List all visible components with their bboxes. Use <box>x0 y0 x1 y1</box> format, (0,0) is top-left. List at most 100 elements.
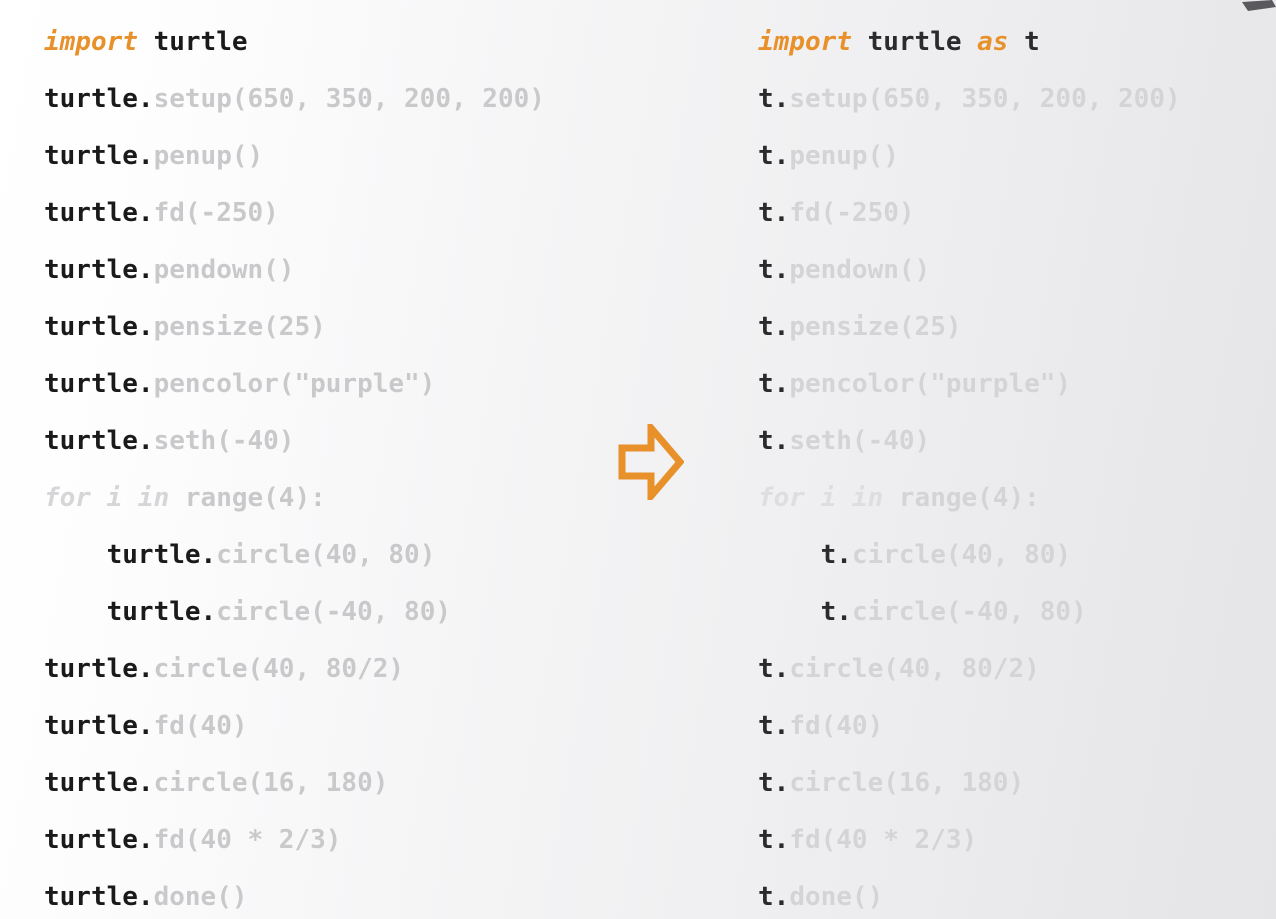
slide-canvas: import turtle turtle.setup(650, 350, 200,… <box>0 0 1276 919</box>
code-token-object: turtle <box>137 27 248 57</box>
code-token-call: fd(40 * 2/3) <box>789 825 978 855</box>
code-token-object: turtle. <box>44 882 154 912</box>
code-token-object: turtle. <box>44 654 154 684</box>
code-token-loop-keyword: for i in <box>758 483 884 513</box>
code-line: import turtle as t <box>758 14 1181 71</box>
code-token-object: turtle. <box>44 711 154 741</box>
arrow-right-outline-icon <box>618 418 685 506</box>
code-line: t.circle(-40, 80) <box>758 584 1181 641</box>
code-line: t.pendown() <box>758 242 1181 299</box>
code-token-keyword: import <box>44 27 138 57</box>
code-token-object: t. <box>758 198 790 228</box>
code-token-object: t. <box>758 141 790 171</box>
code-token-loop-call: range(4): <box>169 483 326 513</box>
code-line: t.circle(40, 80/2) <box>758 641 1181 698</box>
code-line: t.fd(-250) <box>758 185 1181 242</box>
code-line: t.penup() <box>758 128 1181 185</box>
code-token-object: t. <box>758 768 790 798</box>
code-token-object: turtle. <box>106 597 217 627</box>
code-token-alias: t <box>1008 27 1040 57</box>
code-line: turtle.done() <box>44 869 545 919</box>
code-token-loop-call: range(4): <box>883 483 1040 513</box>
code-token-call: seth(-40) <box>789 426 931 456</box>
code-token-call: setup(650, 350, 200, 200) <box>789 84 1181 114</box>
code-token-call: done() <box>153 882 248 912</box>
code-block-right: import turtle as t t.setup(650, 350, 200,… <box>758 14 1181 919</box>
code-line: turtle.circle(-40, 80) <box>44 584 545 641</box>
code-line: turtle.pendown() <box>44 242 545 299</box>
code-line: import turtle <box>44 14 545 71</box>
code-token-keyword-as: as <box>961 27 1009 57</box>
code-token-call: circle(40, 80/2) <box>153 654 405 684</box>
code-token-call: pensize(25) <box>153 312 326 342</box>
code-block-left: import turtle turtle.setup(650, 350, 200,… <box>44 14 545 919</box>
code-line: turtle.circle(40, 80/2) <box>44 641 545 698</box>
code-line: t.setup(650, 350, 200, 200) <box>758 71 1181 128</box>
code-token-call: pendown() <box>153 255 295 285</box>
code-token-call: circle(-40, 80) <box>216 597 452 627</box>
code-line: t.fd(40) <box>758 698 1181 755</box>
code-token-call: circle(16, 180) <box>153 768 389 798</box>
code-token-call: pencolor("purple") <box>153 369 436 399</box>
code-token-object: turtle. <box>44 84 154 114</box>
code-token-call: setup(650, 350, 200, 200) <box>153 84 545 114</box>
code-token-object: t. <box>758 654 790 684</box>
code-line: turtle.penup() <box>44 128 545 185</box>
code-line: t.done() <box>758 869 1181 919</box>
code-token-object: turtle. <box>44 198 154 228</box>
code-line: t.circle(16, 180) <box>758 755 1181 812</box>
code-token-keyword: import <box>758 27 852 57</box>
code-token-call: seth(-40) <box>153 426 295 456</box>
code-line: t.pensize(25) <box>758 299 1181 356</box>
code-token-object: t. <box>820 540 852 570</box>
code-line: turtle.fd(40 * 2/3) <box>44 812 545 869</box>
code-token-object: t. <box>758 711 790 741</box>
code-token-object: t. <box>758 255 790 285</box>
code-token-object: t. <box>758 312 790 342</box>
code-line: turtle.circle(16, 180) <box>44 755 545 812</box>
code-line: turtle.seth(-40) <box>44 413 545 470</box>
code-token-call: fd(-250) <box>789 198 915 228</box>
code-token-object: t. <box>758 825 790 855</box>
code-token-call: circle(40, 80/2) <box>789 654 1040 684</box>
code-line: turtle.pencolor("purple") <box>44 356 545 413</box>
code-token-call: penup() <box>789 141 899 171</box>
cursor-corner-icon <box>1242 0 1276 11</box>
code-token-loop-keyword: for i in <box>44 483 170 513</box>
code-line: turtle.fd(40) <box>44 698 545 755</box>
code-line: t.pencolor("purple") <box>758 356 1181 413</box>
code-token-call: fd(40) <box>789 711 884 741</box>
code-token-call: done() <box>789 882 884 912</box>
code-token-object: t. <box>820 597 852 627</box>
code-token-object: turtle. <box>44 426 154 456</box>
code-token-object: turtle. <box>44 255 154 285</box>
code-token-object: t. <box>758 369 790 399</box>
code-token-object: turtle. <box>44 369 154 399</box>
code-token-call: circle(-40, 80) <box>851 597 1087 627</box>
code-token-object: t. <box>758 882 790 912</box>
code-line: t.seth(-40) <box>758 413 1181 470</box>
code-token-call: circle(16, 180) <box>789 768 1025 798</box>
code-token-object: turtle. <box>44 312 154 342</box>
code-token-call: fd(-250) <box>153 198 279 228</box>
code-line: t.circle(40, 80) <box>758 527 1181 584</box>
code-line: turtle.pensize(25) <box>44 299 545 356</box>
code-token-object: turtle. <box>44 825 154 855</box>
code-line: turtle.circle(40, 80) <box>44 527 545 584</box>
code-token-object: turtle. <box>44 768 154 798</box>
code-token-object: turtle. <box>106 540 217 570</box>
code-line: for i in range(4): <box>44 470 545 527</box>
code-token-call: circle(40, 80) <box>851 540 1072 570</box>
code-token-call: pendown() <box>789 255 931 285</box>
code-token-call: pencolor("purple") <box>789 369 1072 399</box>
code-token-object: t. <box>758 84 790 114</box>
code-token-object: turtle. <box>44 141 154 171</box>
code-token-call: circle(40, 80) <box>216 540 436 570</box>
code-token-object: t. <box>758 426 790 456</box>
code-token-call: fd(40 * 2/3) <box>153 825 342 855</box>
code-token-object: turtle <box>851 27 962 57</box>
